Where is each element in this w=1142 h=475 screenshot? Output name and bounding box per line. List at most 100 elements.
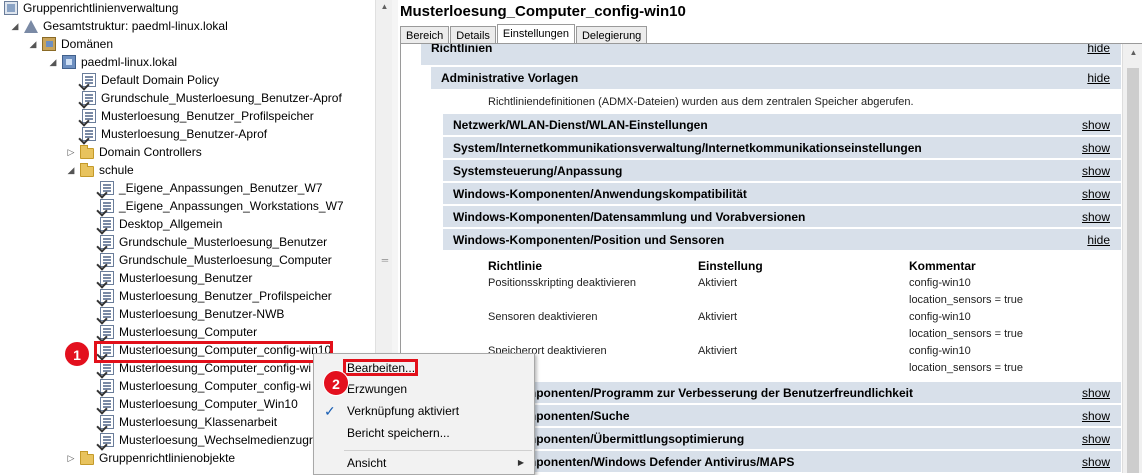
category-label: Netzwerk/WLAN-Dienst/WLAN-Einstellungen [453, 118, 708, 132]
folder-icon [80, 162, 94, 177]
expanded-arrow-icon[interactable]: ◢ [28, 35, 38, 53]
expanded-arrow-icon[interactable]: ◢ [66, 161, 76, 179]
scroll-thumb[interactable] [1127, 68, 1139, 473]
tab-delegierung[interactable]: Delegierung [575, 26, 648, 44]
tree-item[interactable]: Musterloesung_Benutzer [90, 269, 252, 287]
domain-icon [62, 55, 76, 69]
show-link[interactable]: show [1082, 382, 1110, 404]
tree-item[interactable]: Gruppenrichtlinienverwaltung [0, 0, 178, 17]
policy-comment: location_sensors = true [909, 362, 1024, 374]
category-header: Windows-Komponenten/Datensammlung und Vo… [443, 206, 1121, 228]
category-label: Windows-Komponenten/Datensammlung und Vo… [453, 210, 806, 224]
policy-setting: Aktiviert [698, 311, 738, 323]
show-link[interactable]: show [1082, 428, 1110, 450]
tree-item-label: Musterloesung_Benutzer [119, 271, 253, 285]
tab-details[interactable]: Details [450, 26, 496, 44]
gpo-link-icon [100, 235, 114, 249]
folder-icon [80, 450, 94, 465]
category-label: Windows-Komponenten/Anwendungskompatibil… [453, 187, 747, 201]
hide-link[interactable]: hide [1087, 44, 1110, 59]
tree-item-label: Default Domain Policy [101, 73, 220, 87]
gpo-link-icon [82, 73, 96, 87]
collapsed-arrow-icon[interactable]: ▷ [66, 143, 76, 161]
tree-item[interactable]: _Eigene_Anpassungen_Benutzer_W7 [90, 179, 322, 197]
show-link[interactable]: show [1082, 183, 1110, 205]
show-link[interactable]: show [1082, 137, 1110, 159]
admx-note: Richtliniendefinitionen (ADMX-Dateien) w… [488, 96, 914, 108]
menu-item-verknuepfung-aktiviert[interactable]: ✓ Verknüpfung aktiviert [314, 400, 534, 422]
col-richtlinie: Richtlinie [488, 259, 543, 273]
tree-item[interactable]: Musterloesung_Benutzer_Profilspeicher [90, 287, 332, 305]
gpo-link-icon [100, 307, 114, 321]
expanded-arrow-icon[interactable]: ◢ [48, 53, 58, 71]
gpo-link-icon [100, 379, 114, 393]
tree-item[interactable]: Musterloesung_Klassenarbeit [90, 413, 277, 431]
expanded-arrow-icon[interactable]: ◢ [10, 17, 20, 35]
collapsed-arrow-icon[interactable]: ▷ [66, 449, 76, 467]
tree-item[interactable]: ▷ Gruppenrichtlinienobjekte [66, 449, 235, 467]
tab-bar: Bereich Details Einstellungen Delegierun… [400, 24, 648, 44]
policy-name: Positionsskripting deaktivieren [488, 277, 636, 289]
policy-setting: Aktiviert [698, 277, 738, 289]
tree-item[interactable]: ◢ Domänen [28, 35, 113, 53]
scroll-up-icon[interactable]: ▲ [1123, 48, 1142, 57]
tree-item-label: Desktop_Allgemein [119, 217, 223, 231]
tree-item[interactable]: Musterloesung_Computer_Win10 [90, 395, 298, 413]
gpo-link-icon [100, 361, 114, 375]
menu-item-ansicht[interactable]: Ansicht ▶ [314, 452, 534, 474]
tree-item[interactable]: ◢ paedml-linux.lokal [48, 53, 177, 71]
tab-bereich[interactable]: Bereich [400, 26, 450, 44]
tree-item[interactable]: Desktop_Allgemein [90, 215, 222, 233]
policy-name: Sensoren deaktivieren [488, 311, 598, 323]
tree-item-label: Grundschule_Musterloesung_Computer [119, 253, 332, 267]
tree-item-label: Gruppenrichtlinienverwaltung [23, 1, 179, 15]
tree-item[interactable]: _Eigene_Anpassungen_Workstations_W7 [90, 197, 344, 215]
menu-item-label: Ansicht [347, 456, 387, 470]
tree-item[interactable]: Musterloesung_Benutzer_Profilspeicher [72, 107, 314, 125]
tab-einstellungen[interactable]: Einstellungen [496, 24, 575, 44]
tree-item-label: Musterloesung_Benutzer_Profilspeicher [101, 109, 314, 123]
step-badge-2: 2 [323, 370, 349, 396]
scroll-up-icon[interactable]: ▲ [376, 2, 393, 11]
tree-item[interactable]: ◢ Gesamtstruktur: paedml-linux.lokal [10, 17, 228, 35]
report-scrollbar[interactable]: ▲ [1122, 44, 1142, 473]
tree-item[interactable]: Musterloesung_Computer [90, 323, 257, 341]
col-einstellung: Einstellung [698, 259, 763, 273]
step-badge-1: 1 [64, 341, 90, 367]
tree-item[interactable]: Musterloesung_Wechselmedienzugri [90, 431, 316, 449]
tree-item-label: Grundschule_Musterloesung_Benutzer-Aprof [101, 91, 342, 105]
section-label: Richtlinien [431, 43, 493, 55]
policy-comment: location_sensors = true [909, 328, 1024, 340]
category-header: Systemsteuerung/Anpassung show [443, 160, 1121, 182]
hide-link[interactable]: hide [1087, 67, 1110, 89]
tree-item[interactable]: Grundschule_Musterloesung_Benutzer [90, 233, 327, 251]
scroll-grip-icon[interactable]: ═ [379, 256, 390, 265]
show-link[interactable]: show [1082, 160, 1110, 182]
tree-item[interactable]: ◢ schule [66, 161, 134, 179]
gpo-link-icon [100, 253, 114, 267]
hide-link[interactable]: hide [1087, 229, 1110, 251]
menu-separator [344, 450, 532, 451]
tree-item-label: Domain Controllers [99, 145, 202, 159]
menu-highlight-box [343, 359, 418, 376]
tree-item[interactable]: Musterloesung_Benutzer-NWB [90, 305, 284, 323]
tree-item[interactable]: Default Domain Policy [72, 71, 219, 89]
tree-item[interactable]: ▷ Domain Controllers [66, 143, 202, 161]
tree-item[interactable]: Musterloesung_Computer_config-wi [90, 377, 311, 395]
tree-item-label: Musterloesung_Computer_Win10 [119, 397, 298, 411]
menu-item-bericht-speichern[interactable]: Bericht speichern... [314, 422, 534, 444]
tree-item[interactable]: Grundschule_Musterloesung_Computer [90, 251, 332, 269]
policy-comment: location_sensors = true [909, 294, 1024, 306]
policy-comment: config-win10 [909, 311, 971, 323]
category-label: Windows-Komponenten/Position und Sensore… [453, 233, 725, 247]
tree-item-label: Musterloesung_Computer [119, 325, 258, 339]
show-link[interactable]: show [1082, 206, 1110, 228]
show-link[interactable]: show [1082, 114, 1110, 136]
selection-highlight-box [94, 341, 333, 363]
gpo-link-icon [82, 127, 96, 141]
tree-item[interactable]: Musterloesung_Benutzer-Aprof [72, 125, 267, 143]
show-link[interactable]: show [1082, 405, 1110, 427]
tree-item[interactable]: Grundschule_Musterloesung_Benutzer-Aprof [72, 89, 342, 107]
tree-item-label: _Eigene_Anpassungen_Workstations_W7 [119, 199, 344, 213]
show-link[interactable]: show [1082, 451, 1110, 473]
